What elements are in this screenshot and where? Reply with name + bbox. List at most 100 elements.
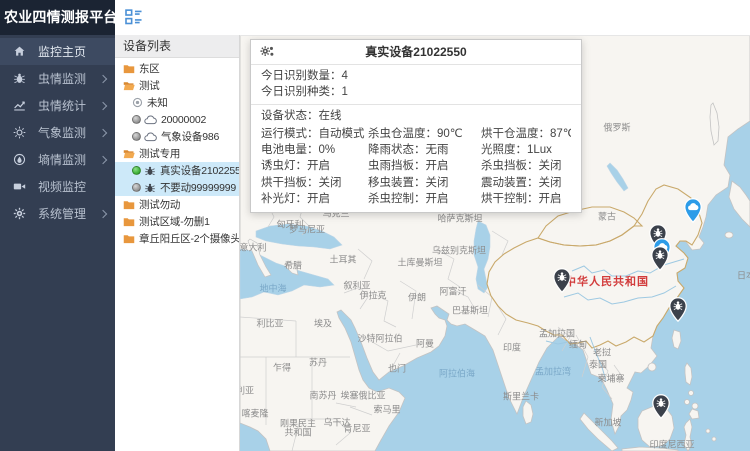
- map-marker-dark-bug-pin-icon[interactable]: [651, 246, 670, 276]
- map-canvas[interactable]: 俄罗斯蒙古中华人民共和国哈萨克斯坦捷克乌克兰匈牙利罗马尼亚意大利希腊土耳其乌兹别…: [240, 35, 750, 451]
- tree-node-label: 真实设备21022550: [160, 163, 239, 178]
- metric-诱虫灯: 诱虫灯：开启: [261, 158, 368, 174]
- metric-震动装置: 震动装置：关闭: [481, 175, 571, 191]
- metric-移虫装置: 移虫装置：关闭: [368, 175, 481, 191]
- popup-counts: 今日识别数量：4 今日识别种类：1: [251, 65, 581, 105]
- bug-icon: [144, 182, 156, 194]
- sidebar-item-虫情统计[interactable]: 虫情统计: [0, 92, 115, 119]
- bug-icon: [144, 165, 156, 177]
- device-panel: 设备列表 东区测试未知 20000002 气象设备986 测试专用真实设备210225…: [115, 35, 240, 451]
- topbar: [115, 0, 750, 36]
- popup-header: 真实设备21022550: [251, 40, 581, 65]
- tree-node-label: 东区: [139, 61, 160, 76]
- device-metrics-grid: 运行模式：自动模式杀虫仓温度：90℃烘干仓温度：87℃ 电池电量：0%降雨状态：无…: [251, 125, 581, 212]
- metric-虫雨挡板: 虫雨挡板：开启: [368, 158, 481, 174]
- status-dot-gray: [132, 183, 141, 192]
- metric-补光灯: 补光灯：开启: [261, 191, 368, 207]
- sidebar-item-label: 系统管理: [38, 205, 86, 222]
- folder-closed-icon: [123, 217, 135, 227]
- map-marker-dark-bug-pin-icon[interactable]: [553, 268, 572, 298]
- sidebar: 农业四情测报平台 监控主页虫情监测虫情统计气象监测墒情监测视频监控系统管理: [0, 0, 115, 451]
- metric-杀虫控制: 杀虫控制：开启: [368, 191, 481, 207]
- tree-folder-章丘阳丘区-2个摄像头[interactable]: 章丘阳丘区-2个摄像头: [115, 230, 239, 247]
- pin-icon: [132, 97, 143, 108]
- status-dot-gray: [132, 115, 141, 124]
- sidebar-item-视频监控[interactable]: 视频监控: [0, 173, 115, 200]
- sidebar-item-系统管理[interactable]: 系统管理: [0, 200, 115, 227]
- device-panel-header: 设备列表: [115, 35, 239, 58]
- chevron-right-icon: [99, 74, 107, 82]
- sidebar-item-label: 虫情统计: [38, 97, 86, 114]
- device-tree: 东区测试未知 20000002 气象设备986 测试专用真实设备21022550不要动…: [115, 58, 239, 247]
- chevron-right-icon: [99, 101, 107, 109]
- tree-device-真实设备21022550[interactable]: 真实设备21022550: [115, 162, 239, 179]
- tree-folder-测试区域-勿删1[interactable]: 测试区域-勿删1: [115, 213, 239, 230]
- device-settings-gear-icon[interactable]: [259, 44, 275, 60]
- metric-烘干仓温度: 烘干仓温度：87℃: [481, 126, 571, 142]
- bug-icon: [12, 71, 27, 86]
- tree-node-label: 测试勿动: [139, 197, 180, 212]
- sidebar-item-label: 监控主页: [38, 43, 86, 60]
- folder-closed-icon: [123, 64, 135, 74]
- sidebar-item-label: 气象监测: [38, 124, 86, 141]
- tree-device-未知[interactable]: 未知: [115, 94, 239, 111]
- today-identify-species: 今日识别种类：1: [261, 84, 571, 100]
- map-marker-blue-cloud-pin-icon[interactable]: [684, 198, 703, 228]
- cloud-icon: [144, 132, 157, 142]
- app-window: 农业四情测报平台 监控主页虫情监测虫情统计气象监测墒情监测视频监控系统管理 设备…: [0, 0, 750, 451]
- video-icon: [12, 179, 27, 194]
- device-status-row: 设备状态：在线: [251, 105, 581, 125]
- tree-node-label: 测试专用: [139, 146, 180, 161]
- sidebar-item-监控主页[interactable]: 监控主页: [0, 38, 115, 65]
- sidebar-item-label: 墒情监测: [38, 151, 86, 168]
- home-icon: [12, 44, 27, 59]
- tree-device-20000002[interactable]: 20000002: [115, 111, 239, 128]
- metric-电池电量: 电池电量：0%: [261, 142, 368, 158]
- chevron-right-icon: [99, 209, 107, 217]
- sidebar-item-label: 虫情监测: [38, 70, 86, 87]
- metric-光照度: 光照度：1Lux: [481, 142, 571, 158]
- folder-open-icon: [123, 81, 135, 91]
- metric-烘干控制: 烘干控制：开启: [481, 191, 571, 207]
- chevron-right-icon: [99, 128, 107, 136]
- chart-icon: [12, 98, 27, 113]
- metric-运行模式: 运行模式：自动模式: [261, 126, 368, 142]
- tree-device-不要动99999999[interactable]: 不要动99999999: [115, 179, 239, 196]
- gear-icon: [12, 206, 27, 221]
- tree-node-label: 20000002: [161, 114, 206, 126]
- weather-icon: [12, 125, 27, 140]
- chevron-right-icon: [99, 155, 107, 163]
- device-info-popup: 真实设备21022550 今日识别数量：4 今日识别种类：1 设备状态：在线 运…: [250, 39, 582, 213]
- device-tree-toggle-icon[interactable]: [125, 9, 145, 26]
- metric-降雨状态: 降雨状态：无雨: [368, 142, 481, 158]
- tree-folder-东区[interactable]: 东区: [115, 60, 239, 77]
- tree-folder-测试勿动[interactable]: 测试勿动: [115, 196, 239, 213]
- today-identify-count: 今日识别数量：4: [261, 68, 571, 84]
- popup-device-title: 真实设备21022550: [251, 40, 581, 64]
- tree-folder-测试[interactable]: 测试: [115, 77, 239, 94]
- map-marker-dark-bug-pin-icon[interactable]: [652, 394, 671, 424]
- tree-node-label: 章丘阳丘区-2个摄像头: [139, 231, 239, 246]
- folder-closed-icon: [123, 234, 135, 244]
- metric-杀虫挡板: 杀虫挡板：关闭: [481, 158, 571, 174]
- app-title: 农业四情测报平台: [0, 0, 115, 35]
- tree-node-label: 气象设备986: [161, 129, 219, 144]
- map-marker-dark-bug-pin-icon[interactable]: [669, 297, 688, 327]
- status-dot-green: [132, 166, 141, 175]
- folder-open-icon: [123, 149, 135, 159]
- folder-closed-icon: [123, 200, 135, 210]
- sidebar-nav: 监控主页虫情监测虫情统计气象监测墒情监测视频监控系统管理: [0, 35, 115, 227]
- sidebar-item-label: 视频监控: [38, 178, 86, 195]
- tree-device-气象设备986[interactable]: 气象设备986: [115, 128, 239, 145]
- metric-杀虫仓温度: 杀虫仓温度：90℃: [368, 126, 481, 142]
- sidebar-item-虫情监测[interactable]: 虫情监测: [0, 65, 115, 92]
- tree-folder-测试专用[interactable]: 测试专用: [115, 145, 239, 162]
- status-dot-gray: [132, 132, 141, 141]
- tree-node-label: 测试区域-勿删1: [139, 214, 210, 229]
- sidebar-item-墒情监测[interactable]: 墒情监测: [0, 146, 115, 173]
- sidebar-item-气象监测[interactable]: 气象监测: [0, 119, 115, 146]
- tree-node-label: 未知: [147, 95, 168, 110]
- cloud-icon: [144, 115, 157, 125]
- tree-node-label: 测试: [139, 78, 160, 93]
- metric-烘干挡板: 烘干挡板：关闭: [261, 175, 368, 191]
